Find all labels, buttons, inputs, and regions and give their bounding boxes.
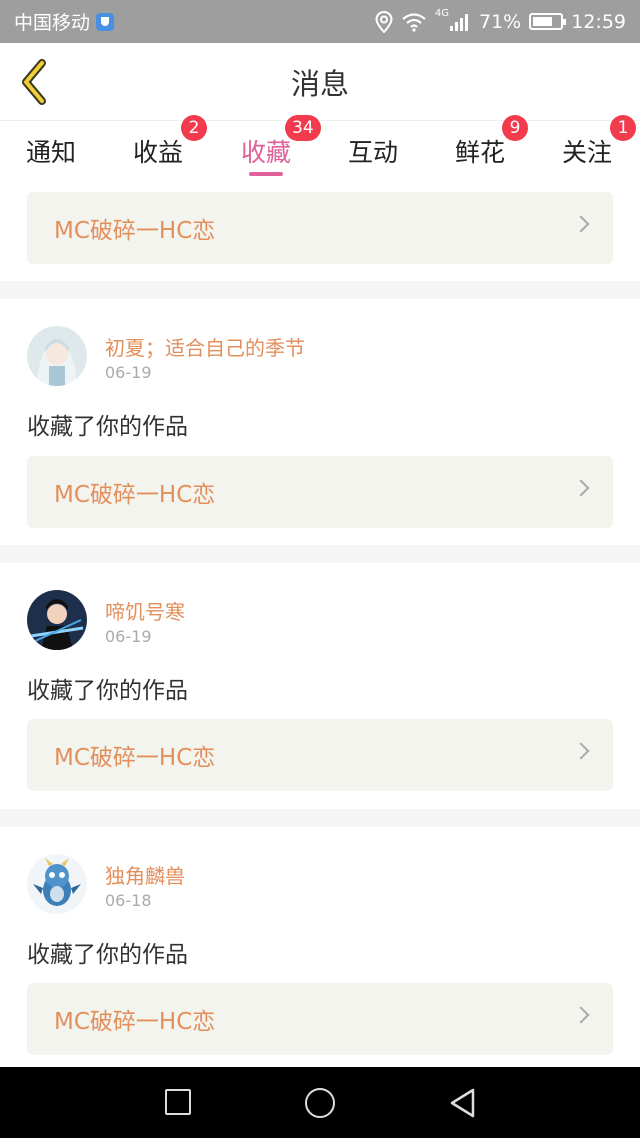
tab-flowers[interactable]: 鲜花: [455, 121, 505, 181]
circle-icon[interactable]: [305, 1088, 335, 1118]
tab-flowers-badge: 9: [502, 115, 528, 141]
system-navigation-bar: [0, 1067, 640, 1138]
battery-percent: 71%: [479, 10, 522, 33]
status-right: 4G 71% 12:59: [375, 8, 626, 33]
work-card[interactable]: MC破碎一HC恋: [27, 456, 613, 528]
tab-label: 收藏: [241, 138, 292, 167]
status-left: 中国移动: [14, 8, 115, 35]
active-tab-indicator: [249, 172, 283, 176]
tab-follows[interactable]: 关注: [562, 121, 612, 181]
divider: [0, 281, 640, 299]
battery-icon: [529, 13, 567, 30]
work-title: MC破碎一HC恋: [54, 482, 216, 508]
tab-favorites-badge: 34: [285, 115, 321, 141]
message-date: 06-18: [105, 891, 152, 910]
avatar[interactable]: [27, 326, 87, 386]
square-icon[interactable]: [165, 1089, 191, 1115]
tab-earnings[interactable]: 收益: [133, 121, 183, 181]
work-title: MC破碎一HC恋: [54, 745, 216, 771]
message-text: 收藏了你的作品: [27, 942, 188, 968]
triangle-back-icon[interactable]: [448, 1087, 478, 1119]
signal-icon: [450, 13, 468, 31]
network-type-label: 4G: [434, 8, 449, 19]
user-name[interactable]: 独角麟兽: [105, 860, 185, 889]
chevron-right-icon: [572, 215, 590, 233]
header-bar: 消息: [0, 43, 640, 120]
tab-label: 鲜花: [455, 138, 506, 167]
tab-label: 通知: [26, 138, 77, 167]
wifi-icon: [402, 12, 426, 32]
tab-interactions[interactable]: 互动: [348, 121, 398, 181]
tab-bar: 通知 收益 2 收藏 34 互动 鲜花 9 关注 1: [0, 115, 640, 181]
work-card[interactable]: MC破碎一HC恋: [27, 192, 613, 264]
message-date: 06-19: [105, 363, 152, 382]
chevron-right-icon: [572, 742, 590, 760]
avatar-image: [27, 326, 87, 386]
divider: [0, 809, 640, 827]
tab-label: 关注: [562, 138, 613, 167]
tab-earnings-badge: 2: [181, 115, 207, 141]
avatar[interactable]: [27, 854, 87, 914]
tab-label: 收益: [133, 138, 184, 167]
chevron-right-icon: [572, 1006, 590, 1024]
avatar[interactable]: [27, 590, 87, 650]
battery-fill: [533, 17, 552, 26]
chevron-right-icon: [572, 479, 590, 497]
tab-label: 互动: [348, 138, 399, 167]
location-icon: [375, 10, 393, 33]
user-name[interactable]: 初夏；适合自己的季节: [105, 332, 305, 361]
work-title: MC破碎一HC恋: [54, 1009, 216, 1035]
work-card[interactable]: MC破碎一HC恋: [27, 983, 613, 1055]
message-text: 收藏了你的作品: [27, 414, 188, 440]
message-list[interactable]: MC破碎一HC恋 初夏；适合自己的季节 06-19 收藏了你的作品 MC破碎一H…: [0, 180, 640, 1067]
work-title: MC破碎一HC恋: [54, 218, 216, 244]
tab-notifications[interactable]: 通知: [26, 121, 76, 181]
carrier-label: 中国移动: [14, 12, 91, 34]
security-shield-icon: [96, 12, 115, 31]
message-date: 06-19: [105, 627, 152, 646]
tab-follows-badge: 1: [610, 115, 636, 141]
work-card[interactable]: MC破碎一HC恋: [27, 719, 613, 791]
chevron-left-icon: [22, 59, 46, 105]
page-title: 消息: [290, 66, 349, 101]
user-name[interactable]: 啼饥号寒: [105, 596, 185, 625]
avatar-image: [27, 854, 87, 914]
clock: 12:59: [571, 10, 626, 33]
avatar-image: [27, 590, 87, 650]
status-bar: 中国移动 4G 71% 12:59: [0, 0, 640, 43]
divider: [0, 545, 640, 563]
back-button[interactable]: [16, 57, 52, 107]
message-text: 收藏了你的作品: [27, 678, 188, 704]
